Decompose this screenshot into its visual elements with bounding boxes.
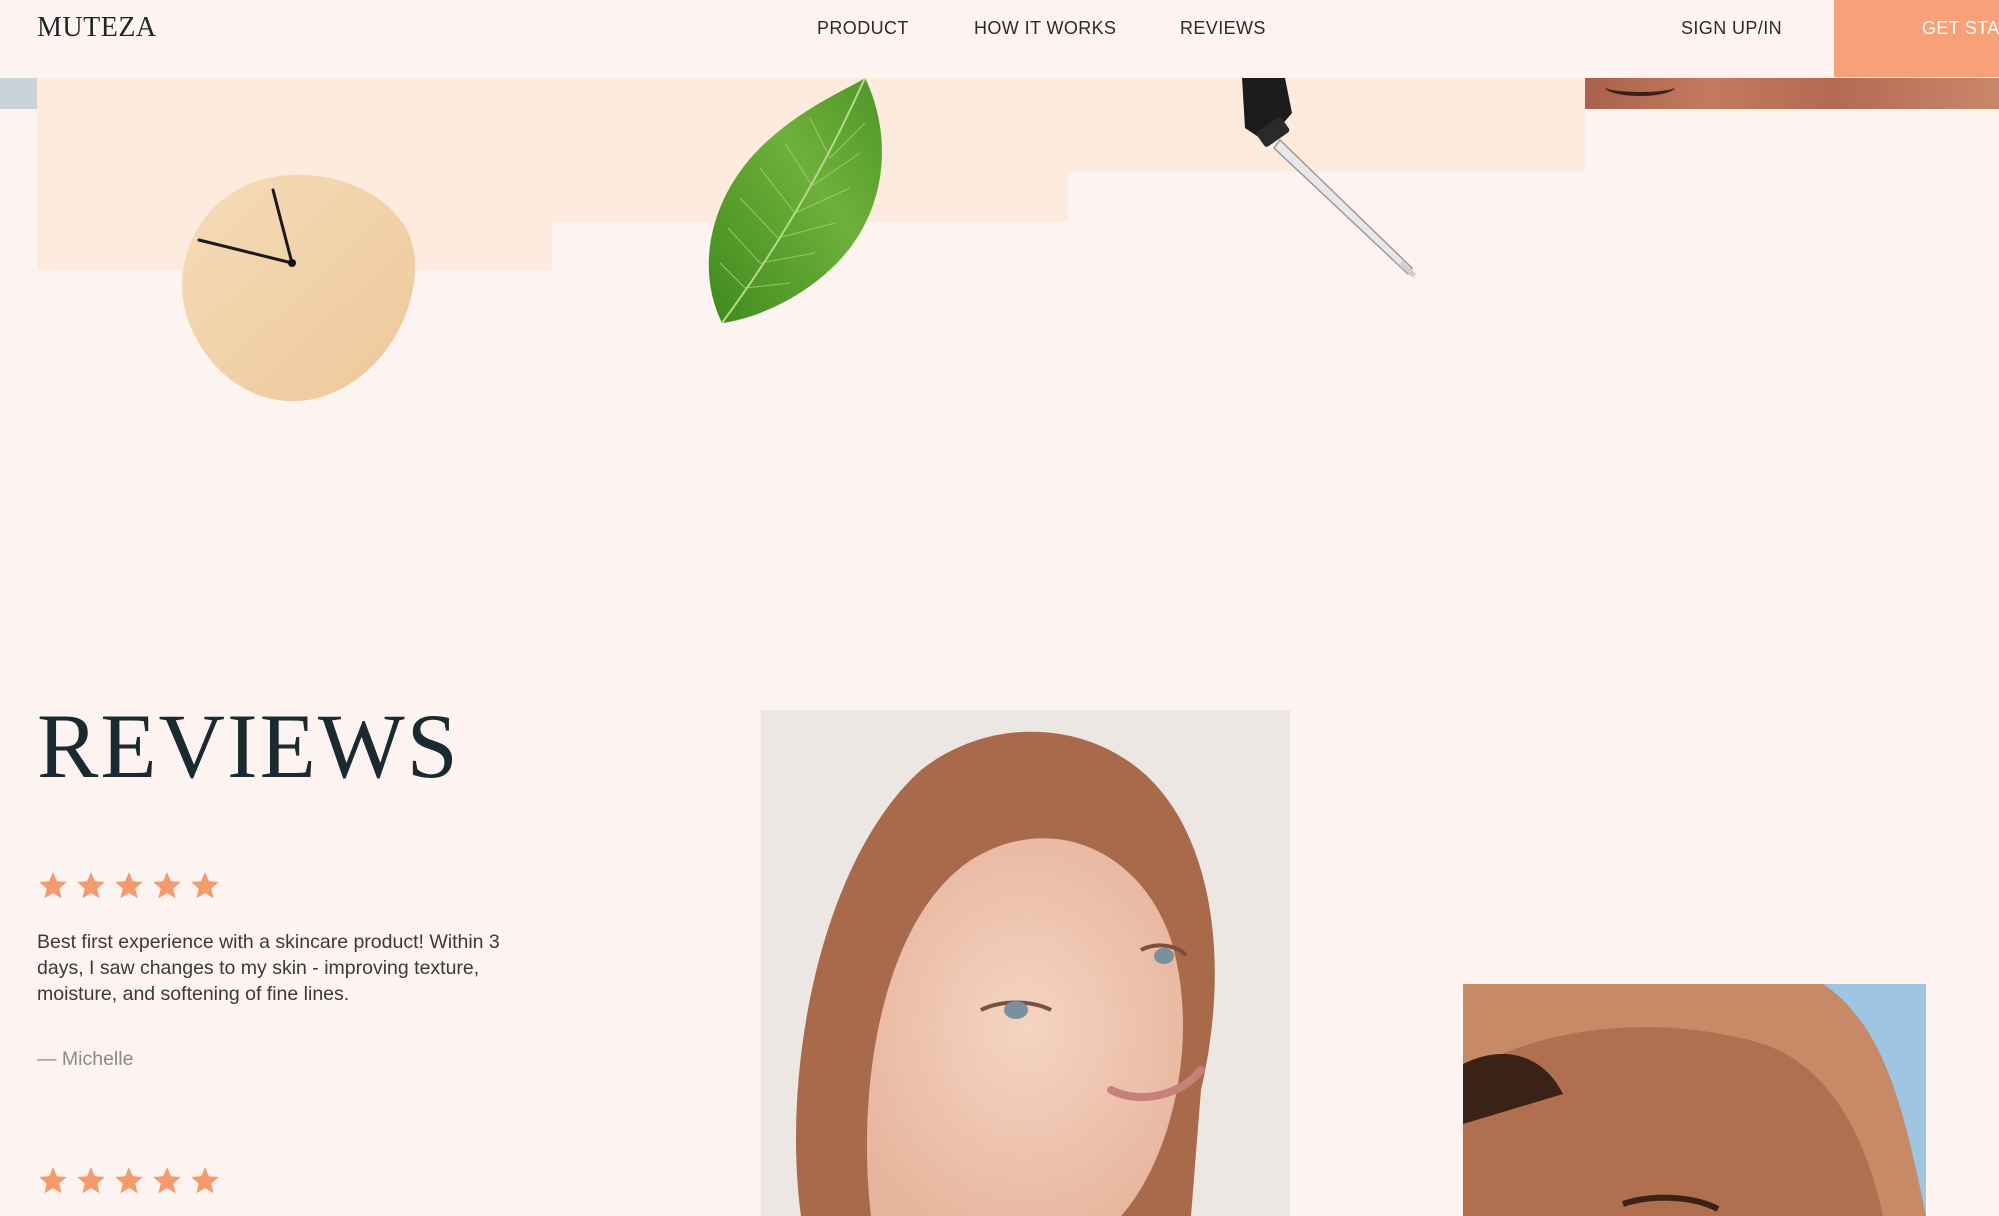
star-icon: [153, 1167, 181, 1194]
collage-skin-photo: [1585, 78, 1999, 109]
brand-logo[interactable]: MUTEZA: [37, 12, 157, 44]
star-icon: [77, 1167, 105, 1194]
rating-stars: [37, 1165, 221, 1197]
review-portrait-photo-2: [1463, 984, 1926, 1216]
dropper-icon: [1242, 78, 1416, 278]
get-started-button[interactable]: GET STAR: [1834, 0, 1999, 77]
star-icon: [39, 872, 67, 899]
review-author: — Michelle: [37, 1048, 134, 1070]
rating-stars: [37, 870, 221, 902]
star-icon: [77, 872, 105, 899]
star-icon: [191, 872, 219, 899]
review-portrait-photo: [761, 710, 1290, 1216]
clock-icon: [182, 174, 416, 402]
nav-link-how-it-works[interactable]: HOW IT WORKS: [974, 18, 1116, 39]
nav-link-reviews[interactable]: REVIEWS: [1180, 18, 1266, 39]
star-icon: [115, 872, 143, 899]
collage-blue-tile: [0, 78, 38, 109]
nav-link-product[interactable]: PRODUCT: [817, 18, 909, 39]
leaf-icon: [708, 78, 882, 324]
site-header: MUTEZA PRODUCT HOW IT WORKS REVIEWS SIGN…: [0, 0, 1999, 78]
eyelash-detail: [1605, 78, 1675, 96]
star-icon: [153, 872, 181, 899]
review-text: Best first experience with a skincare pr…: [37, 931, 500, 1005]
get-started-label: GET STAR: [1922, 18, 1999, 38]
reviews-heading: REVIEWS: [37, 695, 460, 797]
star-icon: [115, 1167, 143, 1194]
star-icon: [39, 1167, 67, 1194]
star-icon: [191, 1167, 219, 1194]
sign-in-link[interactable]: SIGN UP/IN: [1681, 18, 1782, 39]
